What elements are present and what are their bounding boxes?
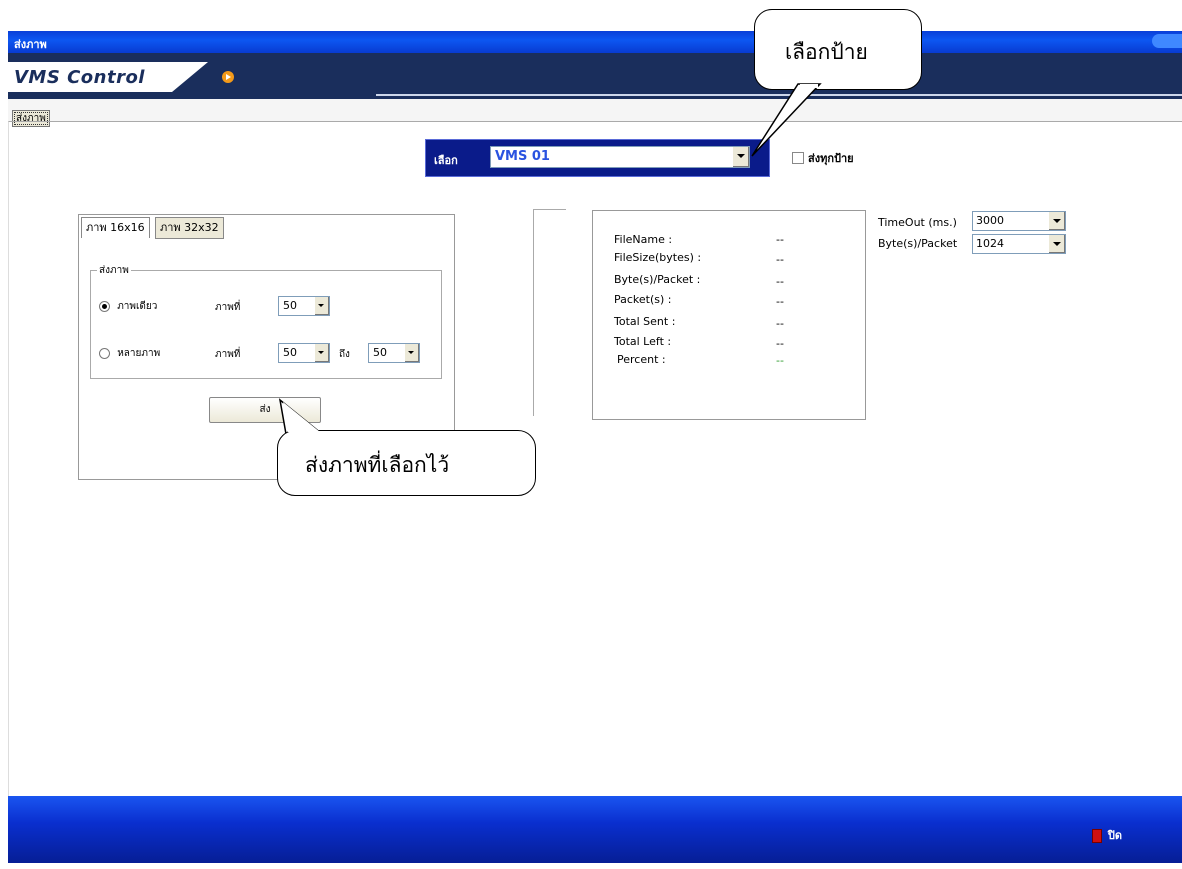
single-image-no-label: ภาพที่ bbox=[215, 302, 241, 313]
close-label: ปิด bbox=[1107, 829, 1122, 842]
tab-strip: ส่งภาพ bbox=[8, 99, 1182, 127]
info-label: Percent : bbox=[617, 353, 666, 366]
multi-image-to-select[interactable]: 50 bbox=[368, 343, 420, 363]
callout-tail bbox=[751, 83, 822, 157]
single-image-value: 50 bbox=[283, 299, 297, 312]
sign-select[interactable]: VMS 01 bbox=[490, 146, 750, 168]
single-image-label: ภาพเดียว bbox=[117, 301, 158, 312]
single-image-select[interactable]: 50 bbox=[278, 296, 330, 316]
multi-image-to-value: 50 bbox=[373, 346, 387, 359]
chevron-down-icon[interactable] bbox=[1048, 212, 1065, 230]
sign-select-value: VMS 01 bbox=[495, 149, 550, 164]
info-label: Total Sent : bbox=[614, 315, 676, 328]
callout-send-selected-text: ส่งภาพที่เลือกไว้ bbox=[305, 453, 450, 477]
multi-image-from-value: 50 bbox=[283, 346, 297, 359]
send-image-group: ส่งภาพ ภาพเดียว ภาพที่ 50 หลายภาพ ภาพที่… bbox=[90, 263, 442, 379]
packet-size-label: Byte(s)/Packet bbox=[878, 237, 958, 250]
app-logo: VMS Control bbox=[14, 67, 145, 88]
info-label: FileName : bbox=[614, 233, 673, 246]
multi-image-label: หลายภาพ bbox=[117, 348, 161, 359]
tab-image-16[interactable]: ภาพ 16x16 bbox=[81, 217, 150, 238]
sign-selector-panel: เลือก VMS 01 bbox=[425, 139, 770, 177]
chevron-down-icon[interactable] bbox=[404, 344, 419, 362]
chevron-down-icon[interactable] bbox=[314, 297, 329, 315]
info-value: -- bbox=[776, 233, 784, 246]
info-value: -- bbox=[776, 337, 784, 350]
footer-bar: ปิด bbox=[8, 796, 1182, 863]
multi-image-radio[interactable]: หลายภาพ bbox=[99, 346, 160, 361]
to-label: ถึง bbox=[339, 349, 350, 360]
app-header: VMS Control bbox=[8, 53, 1182, 99]
radio-icon[interactable] bbox=[99, 300, 110, 312]
divider-bracket bbox=[533, 209, 566, 416]
multi-image-from-select[interactable]: 50 bbox=[278, 343, 330, 363]
info-label: Packet(s) : bbox=[614, 293, 672, 306]
door-icon bbox=[1091, 829, 1102, 843]
send-group-label: ส่งภาพ bbox=[97, 263, 131, 278]
multi-image-no-label: ภาพที่ bbox=[215, 349, 241, 360]
transfer-info-panel: FileName : -- FileSize(bytes) : -- Byte(… bbox=[592, 210, 866, 420]
packet-size-value: 1024 bbox=[976, 237, 1004, 250]
info-label: Total Left : bbox=[614, 335, 672, 348]
close-button[interactable]: ปิด bbox=[1091, 826, 1122, 844]
sign-selector-label: เลือก bbox=[434, 154, 458, 167]
timeout-value: 3000 bbox=[976, 214, 1004, 227]
info-label: Byte(s)/Packet : bbox=[614, 273, 701, 286]
packet-size-select[interactable]: 1024 bbox=[972, 234, 1066, 254]
info-value: -- bbox=[776, 253, 784, 266]
percent-value: -- bbox=[776, 354, 784, 367]
tab-image-32[interactable]: ภาพ 32x32 bbox=[155, 217, 224, 239]
timeout-select[interactable]: 3000 bbox=[972, 211, 1066, 231]
window-title: ส่งภาพ bbox=[14, 38, 47, 51]
timeout-label: TimeOut (ms.) bbox=[878, 216, 957, 229]
window-title-bar: ส่งภาพ bbox=[8, 31, 1182, 53]
info-label: FileSize(bytes) : bbox=[614, 251, 702, 264]
callout-tail-cover bbox=[283, 402, 320, 432]
info-value: -- bbox=[776, 275, 784, 288]
title-bar-corner bbox=[1152, 34, 1182, 48]
callout-select-sign: เลือกป้าย bbox=[754, 9, 922, 90]
chevron-down-icon[interactable] bbox=[1048, 235, 1065, 253]
info-value: -- bbox=[776, 295, 784, 308]
play-icon[interactable] bbox=[222, 71, 234, 83]
chevron-down-icon[interactable] bbox=[314, 344, 329, 362]
info-value: -- bbox=[776, 317, 784, 330]
radio-icon[interactable] bbox=[99, 347, 110, 359]
callout-select-sign-text: เลือกป้าย bbox=[785, 40, 868, 64]
single-image-radio[interactable]: ภาพเดียว bbox=[99, 299, 157, 314]
chevron-down-icon[interactable] bbox=[732, 147, 749, 167]
